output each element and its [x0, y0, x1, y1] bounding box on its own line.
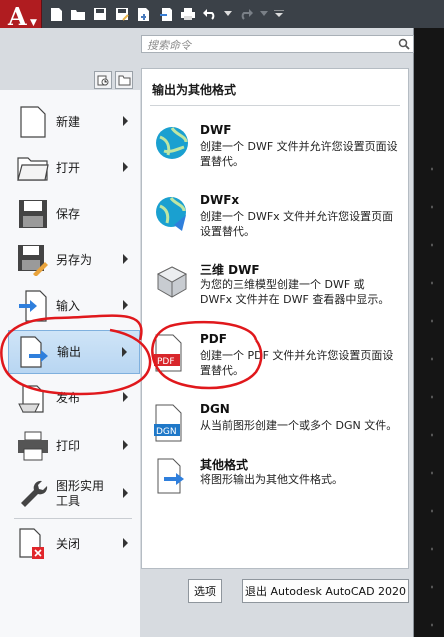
autocad-logo: A [8, 2, 27, 31]
export-dwf[interactable]: DWF 创建一个 DWF 文件并允许您设置页面设置替代。 [150, 123, 400, 169]
panel-divider [150, 105, 400, 106]
sidebar-item-export[interactable]: 输出 [8, 330, 140, 374]
sidebar-item-label: 输出 [57, 344, 82, 359]
chevron-right-icon [123, 488, 128, 498]
printer-icon [14, 428, 52, 464]
entry-title: 三维 DWF [200, 263, 260, 277]
export-pdf[interactable]: PDF PDF 创建一个 PDF 文件并允许您设置页面设置替代。 [150, 332, 400, 378]
drawing-grid [420, 150, 442, 630]
entry-description: 创建一个 PDF 文件并允许您设置页面设置替代。 [200, 349, 394, 377]
entry-title: DWFx [200, 193, 240, 207]
chevron-right-icon [123, 116, 128, 126]
new-file-icon[interactable] [48, 6, 64, 22]
web-mobile-save-icon[interactable] [136, 6, 152, 22]
sidebar-item-label: 图形实用工具 [56, 479, 105, 508]
import-icon[interactable] [158, 6, 174, 22]
redo-icon[interactable] [238, 6, 254, 22]
dgn-file-icon: DGN [154, 404, 192, 444]
dgn-icon-label: DGN [156, 427, 177, 437]
sidebar-item-label: 发布 [56, 390, 81, 405]
search-icon[interactable] [398, 38, 410, 53]
export-other-icon [154, 458, 192, 498]
entry-description: 将图形输出为其他文件格式。 [200, 473, 343, 486]
entry-title: 其他格式 [200, 458, 249, 472]
save-icon [14, 196, 52, 232]
sidebar-item-drawing-utilities[interactable]: 图形实用工具 [8, 472, 140, 516]
entry-description: 从当前图形创建一个或多个 DGN 文件。 [200, 419, 398, 432]
chevron-right-icon [123, 440, 128, 450]
open-folder-icon[interactable] [70, 6, 86, 22]
sidebar-item-label: 输入 [56, 298, 81, 313]
sidebar-item-label: 新建 [56, 114, 81, 129]
print-icon[interactable] [180, 6, 196, 22]
sidebar-item-import[interactable]: 输入 [8, 284, 140, 328]
quick-access-toolbar [48, 4, 290, 24]
chevron-down-icon: ▼ [30, 18, 37, 28]
chevron-right-icon [123, 300, 128, 310]
entry-title: DGN [200, 402, 230, 416]
chevron-right-icon [123, 254, 128, 264]
entry-description: 为您的三维模型创建一个 DWF 或 DWFx 文件并在 DWF 查看器中显示。 [200, 278, 390, 306]
customize-toolbar-icon[interactable] [274, 6, 284, 22]
pdf-file-icon: PDF [154, 334, 192, 374]
entry-description: 创建一个 DWF 文件并允许您设置页面设置替代。 [200, 140, 398, 168]
sidebar-item-label: 打印 [56, 438, 81, 453]
open-documents-button[interactable] [115, 71, 133, 89]
title-bar: A ▼ [0, 0, 444, 38]
save-as-icon [14, 242, 52, 278]
recent-documents-icon [97, 75, 109, 86]
chevron-right-icon [123, 162, 128, 172]
sidebar-item-save-as[interactable]: 另存为 [8, 238, 140, 282]
export-dgn[interactable]: DGN DGN 从当前图形创建一个或多个 DGN 文件。 [150, 402, 400, 442]
dwfx-globe-icon [154, 195, 192, 235]
entry-title: PDF [200, 332, 227, 346]
export-icon [15, 334, 53, 370]
export-other-formats[interactable]: 其他格式 将图形输出为其他文件格式。 [150, 456, 400, 496]
entry-description: 创建一个 DWFx 文件并允许您设置页面设置替代。 [200, 210, 394, 238]
save-icon[interactable] [92, 6, 108, 22]
chevron-right-icon [123, 392, 128, 402]
chevron-right-icon [122, 347, 127, 357]
panel-title: 输出为其他格式 [152, 83, 237, 97]
new-file-icon [14, 104, 52, 140]
undo-icon[interactable] [202, 6, 218, 22]
export-formats-panel: 输出为其他格式 DWF 创建一个 DWF 文件并允许您设置页面设置替代。 DWF… [141, 68, 409, 569]
sidebar-item-label: 打开 [56, 160, 81, 175]
save-as-icon[interactable] [114, 6, 130, 22]
redo-dropdown-icon[interactable] [260, 6, 268, 22]
3d-cube-icon [154, 263, 192, 303]
wrench-icon [14, 476, 52, 512]
dwf-globe-icon [154, 125, 192, 165]
undo-dropdown-icon[interactable] [224, 6, 232, 22]
pdf-icon-label: PDF [157, 357, 175, 367]
sidebar-item-print[interactable]: 打印 [8, 424, 140, 468]
options-button[interactable]: 选项 [188, 579, 222, 603]
entry-title: DWF [200, 123, 232, 137]
exit-autocad-button[interactable]: 退出 Autodesk AutoCAD 2020 [242, 579, 409, 603]
sidebar-item-close[interactable]: 关闭 [8, 522, 140, 566]
sidebar-item-label: 关闭 [56, 536, 81, 551]
sidebar-divider [14, 518, 132, 519]
sidebar-item-publish[interactable]: 发布 [8, 376, 140, 420]
open-folder-icon [14, 150, 52, 186]
search-input[interactable]: 搜索命令 [147, 37, 191, 53]
sidebar-item-save[interactable]: 保存 [8, 192, 140, 236]
sidebar-item-label: 另存为 [56, 252, 93, 267]
import-icon [14, 288, 52, 324]
sidebar-item-label: 保存 [56, 206, 81, 221]
sidebar-item-new[interactable]: 新建 [8, 100, 140, 144]
search-box[interactable]: 搜索命令 [141, 35, 414, 53]
recent-documents-button[interactable] [94, 71, 112, 89]
export-3d-dwf[interactable]: 三维 DWF 为您的三维模型创建一个 DWF 或 DWFx 文件并在 DWF 查… [150, 261, 400, 309]
open-documents-icon [118, 75, 130, 85]
close-file-icon [14, 526, 52, 562]
application-menu: 搜索命令 新建 打开 保存 另存为 输入 输出 发布 打印 图形实用工具 关闭 … [0, 28, 414, 637]
export-dwfx[interactable]: DWFx 创建一个 DWFx 文件并允许您设置页面设置替代。 [150, 193, 400, 239]
chevron-right-icon [123, 538, 128, 548]
publish-icon [14, 380, 52, 416]
sidebar-item-open[interactable]: 打开 [8, 146, 140, 190]
